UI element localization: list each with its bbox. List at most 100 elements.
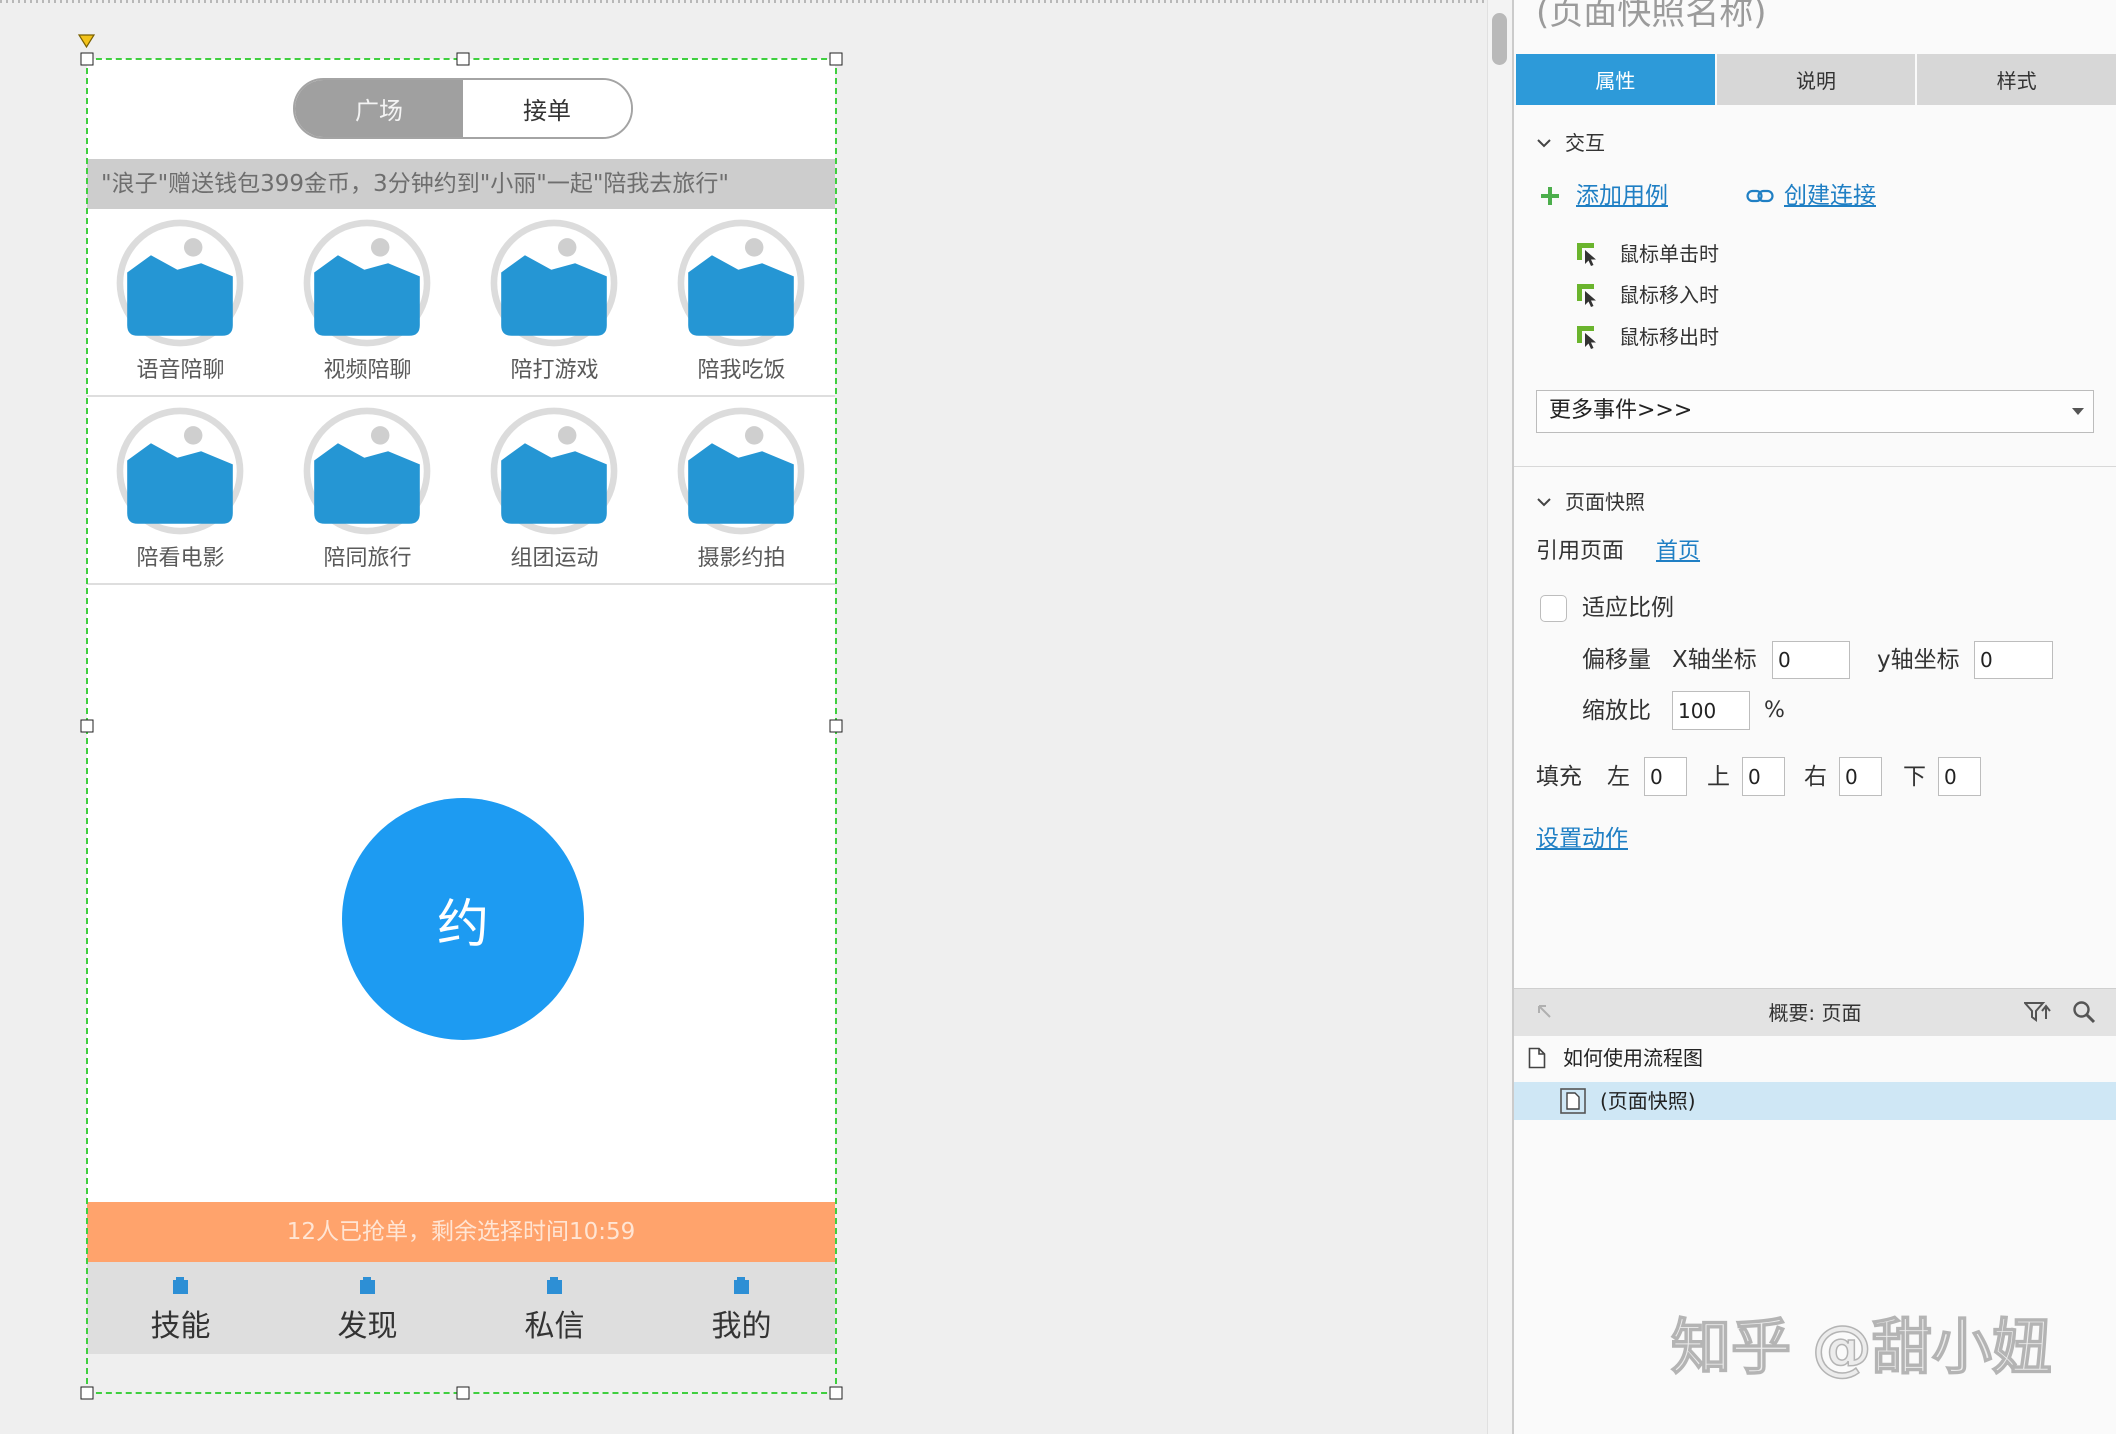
service-label: 视频陪聊 [323, 358, 412, 383]
fit-ratio-checkbox[interactable] [1540, 595, 1567, 622]
tree-item-flowchart[interactable]: 如何使用流程图 [1563, 1044, 1703, 1072]
padding-left-input[interactable] [1644, 757, 1687, 796]
tab-label: 我的 [711, 1309, 772, 1344]
snapshot-widget-icon [1560, 1088, 1586, 1114]
segment-square[interactable]: 广场 [295, 80, 463, 137]
service-item[interactable]: 摄影约拍 [648, 397, 835, 583]
service-item[interactable]: 语音陪聊 [87, 209, 274, 395]
tab-notes[interactable]: 说明 [1716, 54, 1918, 105]
resize-handle[interactable] [80, 1386, 94, 1400]
padding-bottom-label: 下 [1903, 764, 1926, 790]
resize-handle[interactable] [80, 719, 94, 733]
link-icon[interactable] [1746, 188, 1774, 205]
more-events-dropdown[interactable]: 更多事件>>> [1536, 390, 2094, 433]
tab-icon [547, 1277, 562, 1294]
tab-label: 私信 [524, 1309, 585, 1344]
image-placeholder-icon [675, 217, 807, 349]
resize-handle[interactable] [829, 1386, 843, 1400]
chevron-down-icon[interactable] [1536, 494, 1552, 510]
service-label: 组团运动 [510, 546, 599, 571]
set-action-link[interactable]: 设置动作 [1536, 824, 1628, 854]
tree-item-snapshot[interactable]: (页面快照) [1600, 1087, 1696, 1115]
resize-handle[interactable] [456, 1386, 470, 1400]
padding-top-input[interactable] [1742, 757, 1785, 796]
snapshot-name-title[interactable]: (页面快照名称) [1536, 0, 1767, 35]
image-placeholder-icon [301, 217, 433, 349]
section-snapshot-label[interactable]: 页面快照 [1565, 488, 1645, 516]
y-coord-input[interactable] [1974, 641, 2053, 679]
search-icon[interactable] [2072, 1000, 2096, 1024]
event-onclick[interactable]: 鼠标单击时 [1619, 240, 1719, 268]
service-item[interactable]: 组团运动 [461, 397, 648, 583]
design-canvas[interactable]: 广场 接单 "浪子"赠送钱包399金币，3分钟约到"小丽"一起"陪我去旅行" 语… [0, 0, 1487, 1434]
image-placeholder-icon [301, 405, 433, 537]
section-divider [1514, 466, 2116, 467]
event-mouseenter[interactable]: 鼠标移入时 [1619, 281, 1719, 309]
segmented-control[interactable]: 广场 接单 [293, 78, 633, 139]
image-placeholder-icon [114, 217, 246, 349]
service-label: 陪看电影 [136, 546, 225, 571]
tab-label: 发现 [337, 1309, 398, 1344]
service-item[interactable]: 视频陪聊 [274, 209, 461, 395]
service-row: 陪看电影 陪同旅行 组团运动 摄影约拍 [87, 397, 835, 585]
page-icon [1528, 1047, 1546, 1069]
dropdown-arrow-icon[interactable] [2071, 406, 2085, 416]
outline-header: 概要: 页面 [1514, 988, 2116, 1036]
top-ruler [0, 0, 1487, 3]
padding-top-label: 上 [1707, 764, 1730, 790]
scale-unit: % [1764, 698, 1785, 723]
service-item[interactable]: 陪打游戏 [461, 209, 648, 395]
collapse-arrow-icon[interactable] [1536, 1003, 1554, 1021]
tab-properties[interactable]: 属性 [1516, 54, 1717, 105]
image-placeholder-icon [488, 405, 620, 537]
event-cursor-icon [1575, 241, 1601, 267]
anchor-triangle-icon[interactable] [78, 34, 95, 49]
phone-mockup[interactable]: 广场 接单 "浪子"赠送钱包399金币，3分钟约到"小丽"一起"陪我去旅行" 语… [87, 59, 835, 1354]
y-coord-label: y轴坐标 [1877, 647, 1960, 673]
padding-bottom-input[interactable] [1938, 757, 1981, 796]
filter-icon[interactable] [2024, 1001, 2052, 1023]
tab-label: 技能 [150, 1309, 211, 1344]
service-item[interactable]: 陪看电影 [87, 397, 274, 583]
scale-label: 缩放比 [1582, 698, 1651, 724]
ref-page-label: 引用页面 [1536, 539, 1625, 564]
section-interaction-label[interactable]: 交互 [1565, 129, 1605, 157]
plus-icon[interactable] [1540, 186, 1560, 206]
fit-ratio-label[interactable]: 适应比例 [1582, 593, 1674, 623]
segment-orders[interactable]: 接单 [463, 80, 631, 137]
tab-discover[interactable]: 发现 [274, 1262, 461, 1354]
ref-page-link[interactable]: 首页 [1656, 537, 1700, 567]
x-coord-label: X轴坐标 [1672, 647, 1757, 673]
service-item[interactable]: 陪我吃饭 [648, 209, 835, 395]
chevron-down-icon[interactable] [1536, 135, 1552, 151]
resize-handle[interactable] [456, 52, 470, 66]
service-label: 陪同旅行 [323, 546, 412, 571]
resize-handle[interactable] [80, 52, 94, 66]
create-link-link[interactable]: 创建连接 [1784, 181, 1876, 211]
image-placeholder-icon [114, 405, 246, 537]
service-label: 陪我吃饭 [697, 358, 786, 383]
scale-input[interactable] [1672, 691, 1750, 730]
image-placeholder-icon [488, 217, 620, 349]
canvas-scrollbar[interactable] [1487, 0, 1512, 1434]
dropdown-value: 更多事件>>> [1549, 398, 1693, 423]
padding-right-input[interactable] [1839, 757, 1882, 796]
padding-left-label: 左 [1607, 764, 1630, 790]
event-mouseleave[interactable]: 鼠标移出时 [1619, 323, 1719, 351]
appointment-button[interactable]: 约 [342, 798, 584, 1040]
inspector-tabs: 属性 说明 样式 [1516, 54, 2116, 105]
tab-skills[interactable]: 技能 [87, 1262, 274, 1354]
service-item[interactable]: 陪同旅行 [274, 397, 461, 583]
add-case-link[interactable]: 添加用例 [1576, 181, 1668, 211]
tab-style[interactable]: 样式 [1917, 54, 2116, 105]
tab-mine[interactable]: 我的 [648, 1262, 835, 1354]
service-row: 语音陪聊 视频陪聊 陪打游戏 陪我吃饭 [87, 209, 835, 397]
x-coord-input[interactable] [1772, 641, 1850, 679]
resize-handle[interactable] [829, 52, 843, 66]
padding-right-label: 右 [1804, 764, 1827, 790]
scrollbar-thumb[interactable] [1492, 13, 1507, 65]
event-cursor-icon [1575, 282, 1601, 308]
tab-messages[interactable]: 私信 [461, 1262, 648, 1354]
service-label: 语音陪聊 [136, 358, 225, 383]
resize-handle[interactable] [829, 719, 843, 733]
